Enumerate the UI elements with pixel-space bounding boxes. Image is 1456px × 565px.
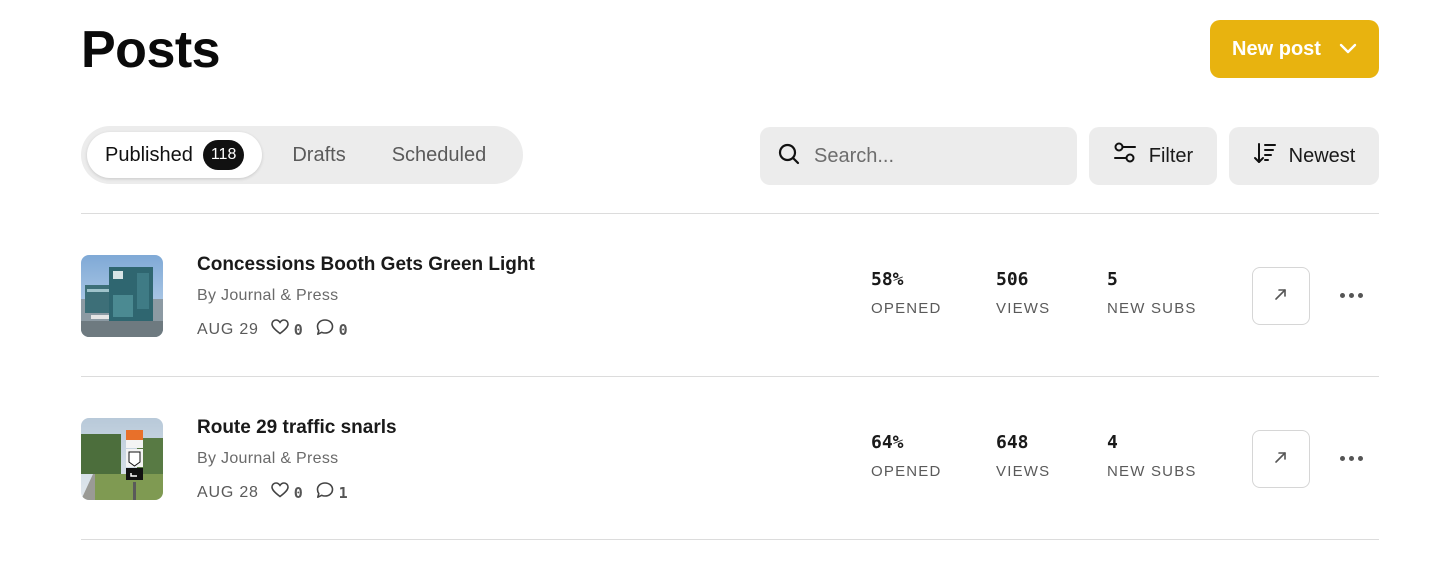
more-dots-icon [1339,292,1345,298]
route-29-sign-photo [81,418,163,500]
likes-count: 0 [293,483,304,502]
chevron-down-icon [1339,43,1357,55]
filter-label: Filter [1148,144,1194,167]
tab-drafts-label: Drafts [292,143,346,166]
opened-label: OPENED [871,300,942,317]
opened-value: 58% [871,269,904,290]
tab-drafts[interactable]: Drafts [274,132,363,178]
post-meta: AUG 29 0 0 [197,318,348,341]
stat-new-subs: 5 NEW SUBS [1107,268,1197,317]
more-options-button[interactable] [1331,443,1371,473]
heart-icon [270,319,289,340]
sort-button[interactable]: Newest [1229,127,1379,185]
new-subs-label: NEW SUBS [1107,463,1197,480]
new-subs-value: 4 [1107,432,1118,453]
post-byline: By Journal & Press [197,450,339,467]
search-icon [778,143,800,170]
status-tabs: Published 118 Drafts Scheduled [81,126,523,184]
views-value: 648 [996,432,1029,453]
post-byline: By Journal & Press [197,287,339,304]
post-title[interactable]: Route 29 traffic snarls [197,417,397,439]
sort-label: Newest [1288,144,1356,167]
post-row[interactable]: Route 29 traffic snarls By Journal & Pre… [0,377,1456,537]
stat-new-subs: 4 NEW SUBS [1107,431,1197,480]
stat-views: 648 VIEWS [996,431,1050,480]
likes-group[interactable]: 0 [270,482,304,503]
comments-count: 0 [338,320,349,339]
tab-published-label: Published [105,143,193,166]
concessions-booth-photo [81,255,163,337]
filter-button[interactable]: Filter [1089,127,1217,185]
page-title: Posts [81,21,221,79]
comment-bubble-icon [316,318,334,341]
likes-group[interactable]: 0 [270,319,304,340]
more-dot [1348,455,1354,461]
new-subs-label: NEW SUBS [1107,300,1197,317]
comments-group[interactable]: 0 [316,318,349,341]
more-dot [1357,292,1363,298]
tab-published[interactable]: Published 118 [87,132,263,178]
new-subs-value: 5 [1107,269,1118,290]
post-date: AUG 29 [197,320,259,338]
comments-group[interactable]: 1 [316,481,349,504]
post-thumbnail[interactable] [81,418,163,500]
post-row[interactable]: Concessions Booth Gets Green Light By Jo… [0,214,1456,374]
comment-bubble-icon [316,481,334,504]
new-post-button[interactable]: New post [1210,20,1379,78]
comments-count: 1 [338,483,349,502]
more-dot [1357,455,1363,461]
stat-opened: 58% OPENED [871,268,942,317]
post-title[interactable]: Concessions Booth Gets Green Light [197,254,535,276]
opened-label: OPENED [871,463,942,480]
filter-sliders-icon [1113,142,1137,170]
open-post-button[interactable] [1252,430,1310,488]
more-dot [1348,292,1354,298]
more-options-button[interactable] [1331,280,1371,310]
post-date: AUG 28 [197,483,259,501]
stat-opened: 64% OPENED [871,431,942,480]
more-dots-icon [1339,455,1345,461]
open-post-button[interactable] [1252,267,1310,325]
tab-scheduled-label: Scheduled [391,143,487,166]
list-divider [81,539,1379,540]
arrow-up-right-icon [1273,286,1289,307]
posts-page: Posts New post Published 118 Drafts Sche… [0,0,1456,565]
views-value: 506 [996,269,1029,290]
tab-scheduled[interactable]: Scheduled [374,132,505,178]
views-label: VIEWS [996,463,1051,480]
heart-icon [270,482,289,503]
new-post-label: New post [1232,37,1321,60]
stat-views: 506 VIEWS [996,268,1050,317]
opened-value: 64% [871,432,904,453]
likes-count: 0 [293,320,304,339]
published-count-badge: 118 [202,140,245,170]
views-label: VIEWS [996,300,1051,317]
search-box [760,127,1077,185]
post-thumbnail[interactable] [81,255,163,337]
arrow-up-right-icon [1273,449,1289,470]
post-meta: AUG 28 0 1 [197,481,348,504]
sort-descending-icon [1253,141,1277,171]
search-input[interactable] [814,144,1054,168]
